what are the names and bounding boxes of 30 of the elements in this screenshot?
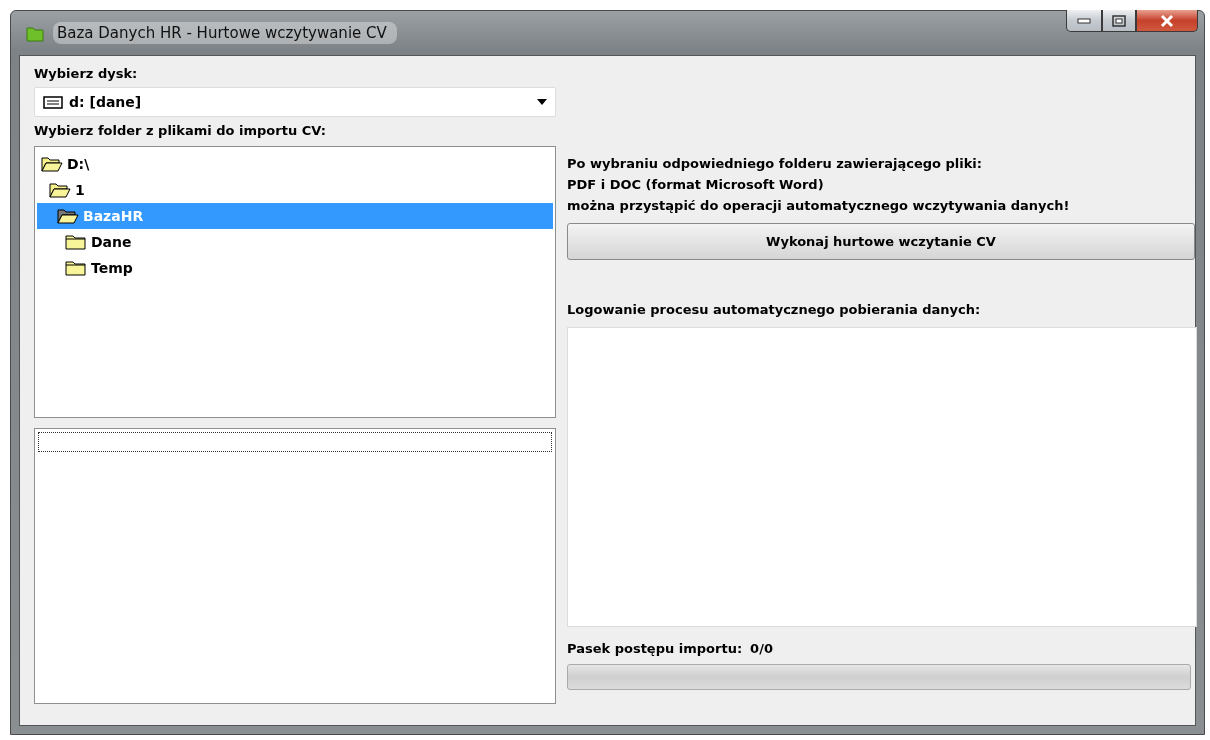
info-text: Po wybraniu odpowiedniego folderu zawierającego pliki: bbox=[567, 156, 983, 171]
close-icon bbox=[1159, 13, 1175, 28]
open-folder-icon bbox=[49, 181, 71, 199]
folder-icon bbox=[65, 233, 87, 251]
progress-count: 0/0 bbox=[750, 641, 773, 656]
app-icon bbox=[25, 24, 45, 42]
import-button[interactable]: Wykonaj hurtowe wczytanie CV bbox=[567, 223, 1195, 260]
drive-dropdown[interactable]: d: [dane] bbox=[34, 87, 556, 117]
log-label: Logowanie procesu automatycznego pobierania danych: bbox=[567, 302, 982, 317]
drive-label: Wybierz dysk: bbox=[34, 66, 139, 81]
minimize-icon bbox=[1077, 17, 1091, 24]
minimize-button[interactable] bbox=[1066, 10, 1102, 32]
caret-icon bbox=[537, 99, 547, 105]
tree-item[interactable]: Dane bbox=[37, 229, 553, 255]
maximize-icon bbox=[1112, 14, 1126, 27]
window-title: Baza Danych HR - Hurtowe wczytywanie CV bbox=[53, 22, 397, 44]
info-text: PDF i DOC (format Microsoft Word) bbox=[567, 177, 825, 192]
maximize-button[interactable] bbox=[1102, 10, 1136, 32]
focus-row[interactable] bbox=[38, 432, 552, 452]
open-folder-icon bbox=[41, 155, 63, 173]
drive-icon bbox=[43, 95, 63, 109]
folder-label: Wybierz folder z plikami do importu CV: bbox=[34, 123, 327, 138]
folder-icon bbox=[65, 259, 87, 277]
tree-item[interactable]: Temp bbox=[37, 255, 553, 281]
tree-item[interactable]: 1 bbox=[37, 177, 553, 203]
tree-item[interactable]: D:\ bbox=[37, 151, 553, 177]
open-folder-icon bbox=[57, 207, 79, 225]
info-text: można przystąpić do operacji automatycznego wczytywania danych! bbox=[567, 198, 1071, 213]
progress-label: Pasek postępu importu: bbox=[567, 641, 743, 656]
close-button[interactable] bbox=[1136, 10, 1198, 32]
